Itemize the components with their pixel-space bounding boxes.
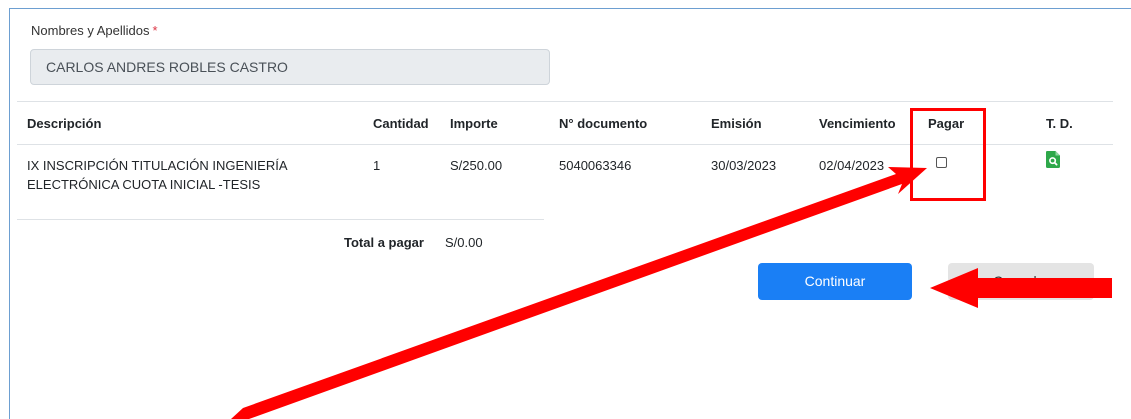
total-label: Total a pagar: [344, 235, 424, 250]
header-descripcion: Descripción: [27, 116, 102, 131]
row-descripcion: IX INSCRIPCIÓN TITULACIÓN INGENIERÍA ELE…: [27, 158, 287, 192]
header-td: T. D.: [1046, 116, 1073, 131]
table-top-border: [17, 101, 1113, 102]
total-value: S/0.00: [445, 235, 483, 250]
required-mark: *: [152, 23, 158, 38]
header-cantidad: Cantidad: [373, 116, 429, 131]
header-documento: N° documento: [559, 116, 648, 131]
header-vencimiento: Vencimiento: [819, 116, 896, 131]
row-documento: 5040063346: [559, 158, 632, 173]
name-input[interactable]: CARLOS ANDRES ROBLES CASTRO: [30, 49, 550, 85]
name-field-label: Nombres y Apellidos *: [31, 23, 158, 38]
row-vencimiento: 02/04/2023: [819, 158, 885, 173]
row-border: [17, 219, 544, 220]
row-importe: S/250.00: [450, 158, 503, 173]
cancel-button[interactable]: Cancelar: [948, 263, 1094, 300]
header-importe: Importe: [450, 116, 498, 131]
row-cantidad: 1: [373, 158, 381, 173]
header-emision: Emisión: [711, 116, 762, 131]
document-search-icon[interactable]: [1046, 151, 1060, 168]
row-emision: 30/03/2023: [711, 158, 777, 173]
pagar-highlight-box: [910, 108, 986, 201]
continue-button[interactable]: Continuar: [758, 263, 912, 300]
